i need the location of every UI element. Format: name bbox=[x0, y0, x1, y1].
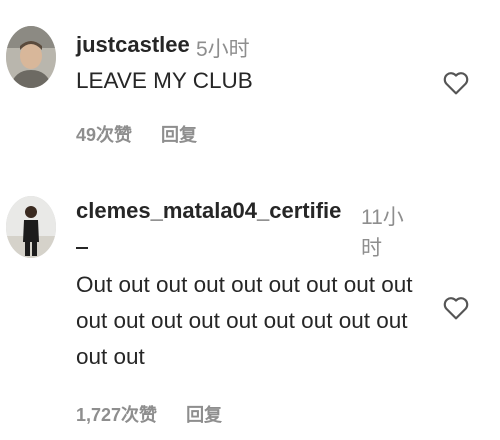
username[interactable]: clemes_matala04_certifie bbox=[76, 198, 341, 224]
heart-icon[interactable] bbox=[440, 66, 472, 98]
comment-text: Out out out out out out out out out out … bbox=[76, 272, 413, 369]
like-count[interactable]: 1,727次赞 bbox=[76, 405, 157, 425]
reply-button[interactable]: 回复 bbox=[161, 125, 197, 145]
comment-meta: 49次赞 回复 bbox=[76, 121, 197, 147]
comment: clemes_matala04_certifie 11小 时 Out out o… bbox=[0, 175, 500, 440]
timestamp: 11小 bbox=[361, 206, 404, 229]
comment-text: LEAVE MY CLUB bbox=[76, 68, 253, 93]
reply-button[interactable]: 回复 bbox=[186, 405, 222, 425]
comment: justcastlee 5小时 LEAVE MY CLUB 49次赞 回复 bbox=[0, 0, 500, 175]
username[interactable]: justcastlee bbox=[76, 32, 190, 58]
avatar-photo bbox=[6, 26, 56, 88]
timestamp-continued: 时 bbox=[361, 237, 382, 260]
avatar[interactable] bbox=[6, 196, 56, 258]
like-count[interactable]: 49次赞 bbox=[76, 125, 132, 145]
comment-meta: 1,727次赞 回复 bbox=[76, 401, 222, 427]
timestamp: 5小时 bbox=[196, 38, 250, 61]
username-overflow-mark bbox=[76, 247, 88, 249]
avatar[interactable] bbox=[6, 26, 56, 88]
avatar-photo bbox=[6, 196, 56, 258]
heart-icon[interactable] bbox=[440, 291, 472, 323]
